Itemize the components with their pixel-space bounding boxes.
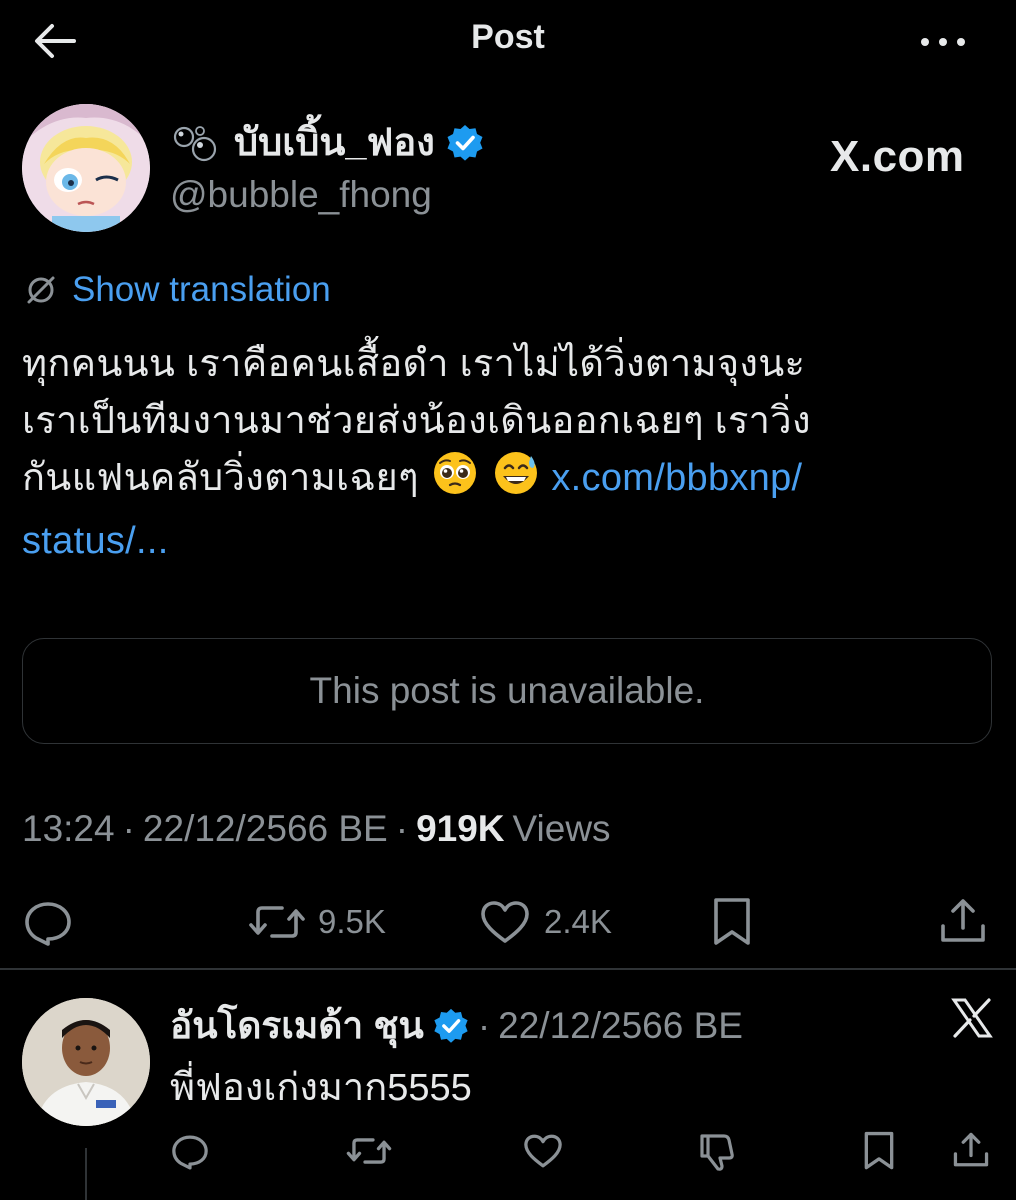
- heart-icon: [524, 1134, 562, 1168]
- retweet-icon: [248, 898, 306, 946]
- heart-icon: [478, 898, 532, 946]
- bookmark-icon: [864, 1131, 894, 1170]
- share-icon: [953, 1132, 989, 1167]
- quoted-post-card: This post is unavailable.: [22, 638, 992, 744]
- share-icon: [941, 899, 985, 942]
- reply-display-name[interactable]: อันโดรเมด้า ชุน: [170, 996, 424, 1055]
- reply-button[interactable]: [22, 898, 74, 946]
- retweet-button[interactable]: 9.5K: [248, 898, 386, 946]
- post-text-line: ทุกคนนน เราคือคนเสื้อดำ เราไม่ได้วิ่งตาม…: [22, 343, 806, 385]
- retweet-count: 9.5K: [318, 903, 386, 940]
- bookmark-icon: [714, 898, 750, 945]
- reply-icon: [25, 902, 71, 946]
- section-divider: [0, 968, 1016, 970]
- show-translation-label: Show translation: [72, 270, 331, 309]
- grinning-sweat-emoji: [493, 450, 539, 513]
- post-text: ทุกคนนน เราคือคนเสื้อดำ เราไม่ได้วิ่งตาม…: [22, 336, 992, 570]
- post-text-line: เราเป็นทีมงานมาช่วยส่งน้องเดินออกเฉยๆ เร…: [22, 400, 811, 442]
- author-avatar[interactable]: [22, 104, 150, 232]
- views-label: Views: [512, 808, 611, 849]
- author-handle[interactable]: @bubble_fhong: [170, 174, 432, 216]
- reply-icon: [172, 1135, 208, 1170]
- verified-badge-icon: [445, 123, 485, 163]
- post-text-segment: กันแฟนคลับวิ่งตามเฉยๆ: [22, 457, 430, 499]
- share-button[interactable]: [936, 894, 990, 948]
- reply-retweet-button[interactable]: [346, 1132, 392, 1170]
- post-link[interactable]: x.com/bbbxnp/: [551, 457, 802, 499]
- page-title: Post: [471, 18, 545, 56]
- like-button[interactable]: 2.4K: [478, 898, 612, 946]
- meta-separator: ·: [395, 808, 409, 849]
- post-date: 22/12/2566 BE: [142, 808, 388, 849]
- reply-header: อันโดรเมด้า ชุน · 22/12/2566 BE: [170, 996, 743, 1055]
- author-name-row: บับเบิ้น_ฟอง: [170, 118, 485, 168]
- x-logo-icon: [950, 996, 994, 1040]
- reply-separator: ·: [477, 1004, 491, 1046]
- bubbles-icon: [170, 123, 224, 163]
- pleading-face-emoji: [432, 450, 478, 513]
- show-translation-button[interactable]: Show translation: [24, 270, 331, 310]
- reply-date: 22/12/2566 BE: [498, 1004, 743, 1046]
- post-text-line: กันแฟนคลับวิ่งตามเฉยๆ x.com/bbbxnp/: [22, 450, 992, 513]
- unavailable-message: This post is unavailable.: [309, 670, 705, 711]
- dislike-icon: [700, 1134, 734, 1171]
- views-count: 919K: [416, 808, 505, 849]
- reply-text: พี่ฟองเก่งมาก5555: [170, 1067, 472, 1109]
- translate-slash-icon: [24, 273, 58, 307]
- reply-like-button[interactable]: [522, 1132, 564, 1170]
- post-meta: 13:24 · 22/12/2566 BE · 919K Views: [22, 808, 611, 850]
- reply-reply-button[interactable]: [170, 1132, 210, 1170]
- thread-line: [85, 1148, 87, 1200]
- reply-avatar[interactable]: [22, 998, 150, 1126]
- verified-badge-icon: [432, 1007, 470, 1045]
- x-com-watermark: X.com: [830, 132, 965, 181]
- author-display-name[interactable]: บับเบิ้น_ฟอง: [234, 119, 435, 167]
- retweet-icon: [346, 1138, 392, 1164]
- meta-separator: ·: [122, 808, 135, 849]
- more-horizontal-icon: [921, 38, 965, 46]
- like-count: 2.4K: [544, 903, 612, 940]
- post-time: 13:24: [22, 808, 115, 849]
- post-link-continued[interactable]: status/...: [22, 513, 992, 570]
- more-button[interactable]: [916, 22, 970, 62]
- reply-dislike-button[interactable]: [696, 1130, 738, 1172]
- reply-share-button[interactable]: [950, 1128, 992, 1172]
- bookmark-button[interactable]: [708, 896, 756, 948]
- reply-bookmark-button[interactable]: [860, 1130, 898, 1172]
